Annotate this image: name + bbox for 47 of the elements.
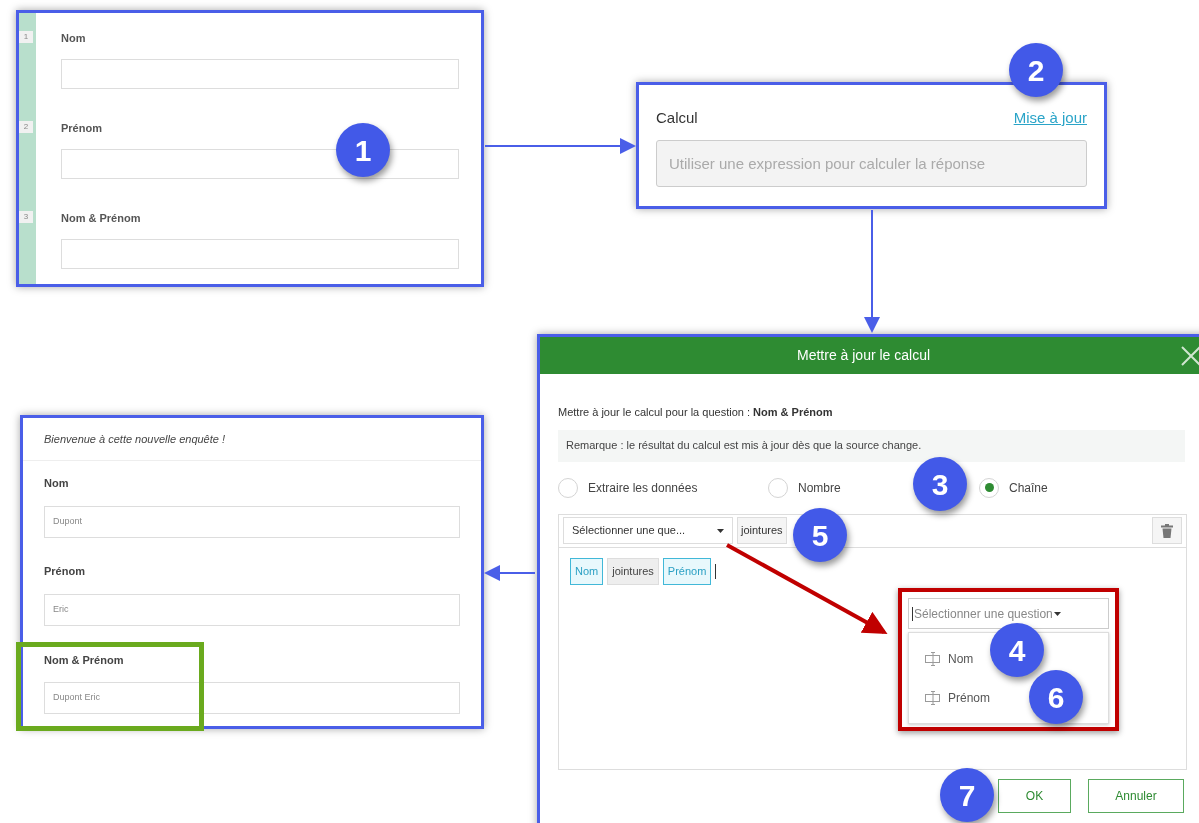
field-label: Nom <box>44 476 70 492</box>
dropdown-option[interactable]: Nom <box>921 646 978 671</box>
text-field-icon <box>925 690 942 705</box>
dropdown-field[interactable]: Sélectionner une question <box>908 598 1109 629</box>
question-select[interactable]: Sélectionner une que... <box>563 517 733 544</box>
input-field[interactable]: Dupont <box>44 505 460 538</box>
trash-icon <box>1161 523 1173 538</box>
welcome-text: Bienvenue à cette nouvelle enquête ! <box>44 431 226 447</box>
question-number: 3 <box>19 211 33 223</box>
cancel-button[interactable]: Annuler <box>1088 778 1184 813</box>
dropdown-option[interactable]: Prénom <box>921 685 995 710</box>
field-label: Nom & Prénom <box>44 652 125 668</box>
input-field[interactable] <box>61 238 459 269</box>
input-field[interactable] <box>61 58 459 89</box>
input-field[interactable]: Dupont Eric <box>44 682 460 715</box>
question-label: Prénom <box>61 121 103 136</box>
dialog-title: Mettre à jour le calcul <box>797 346 931 365</box>
caret-icon <box>1053 611 1061 616</box>
radio-label: Chaîne <box>1009 479 1048 497</box>
ok-button[interactable]: OK <box>998 778 1071 813</box>
expression-token[interactable]: Prénom <box>662 557 712 585</box>
dropdown-placeholder: Sélectionner une question <box>914 605 1053 623</box>
text-field-icon <box>925 651 942 666</box>
close-icon[interactable] <box>1180 345 1199 367</box>
question-number: 1 <box>19 31 33 43</box>
question-line: Mettre à jour le calcul pour la question : Nom & Prénom <box>558 405 834 420</box>
question-label: Nom & Prénom <box>61 211 142 226</box>
radio-button[interactable] <box>768 477 788 498</box>
expression-token[interactable]: jointures <box>607 557 659 585</box>
step-badge: 2 <box>1009 43 1063 97</box>
input-field[interactable]: Eric <box>44 593 460 626</box>
expression-field[interactable]: Utiliser une expression pour calculer la réponse <box>656 139 1087 187</box>
question-label: Nom <box>61 31 87 46</box>
delete-button[interactable] <box>1152 517 1182 544</box>
radio-label: Nombre <box>798 479 841 497</box>
note-text: Remarque : le résultat du calcul est mis à jour dès que la source change. <box>566 438 922 454</box>
radio-button[interactable] <box>979 477 999 498</box>
expression-token[interactable]: Nom <box>570 557 604 585</box>
text-cursor <box>715 563 717 579</box>
field-label: Prénom <box>44 564 86 580</box>
caret-icon <box>717 528 724 533</box>
join-button[interactable]: jointures <box>737 517 787 544</box>
question-number: 2 <box>19 121 33 133</box>
radio-button[interactable] <box>558 477 578 498</box>
calcul-title: Calcul <box>656 108 698 128</box>
radio-label: Extraire les données <box>588 479 698 497</box>
update-link[interactable]: Mise à jour <box>1013 107 1087 130</box>
